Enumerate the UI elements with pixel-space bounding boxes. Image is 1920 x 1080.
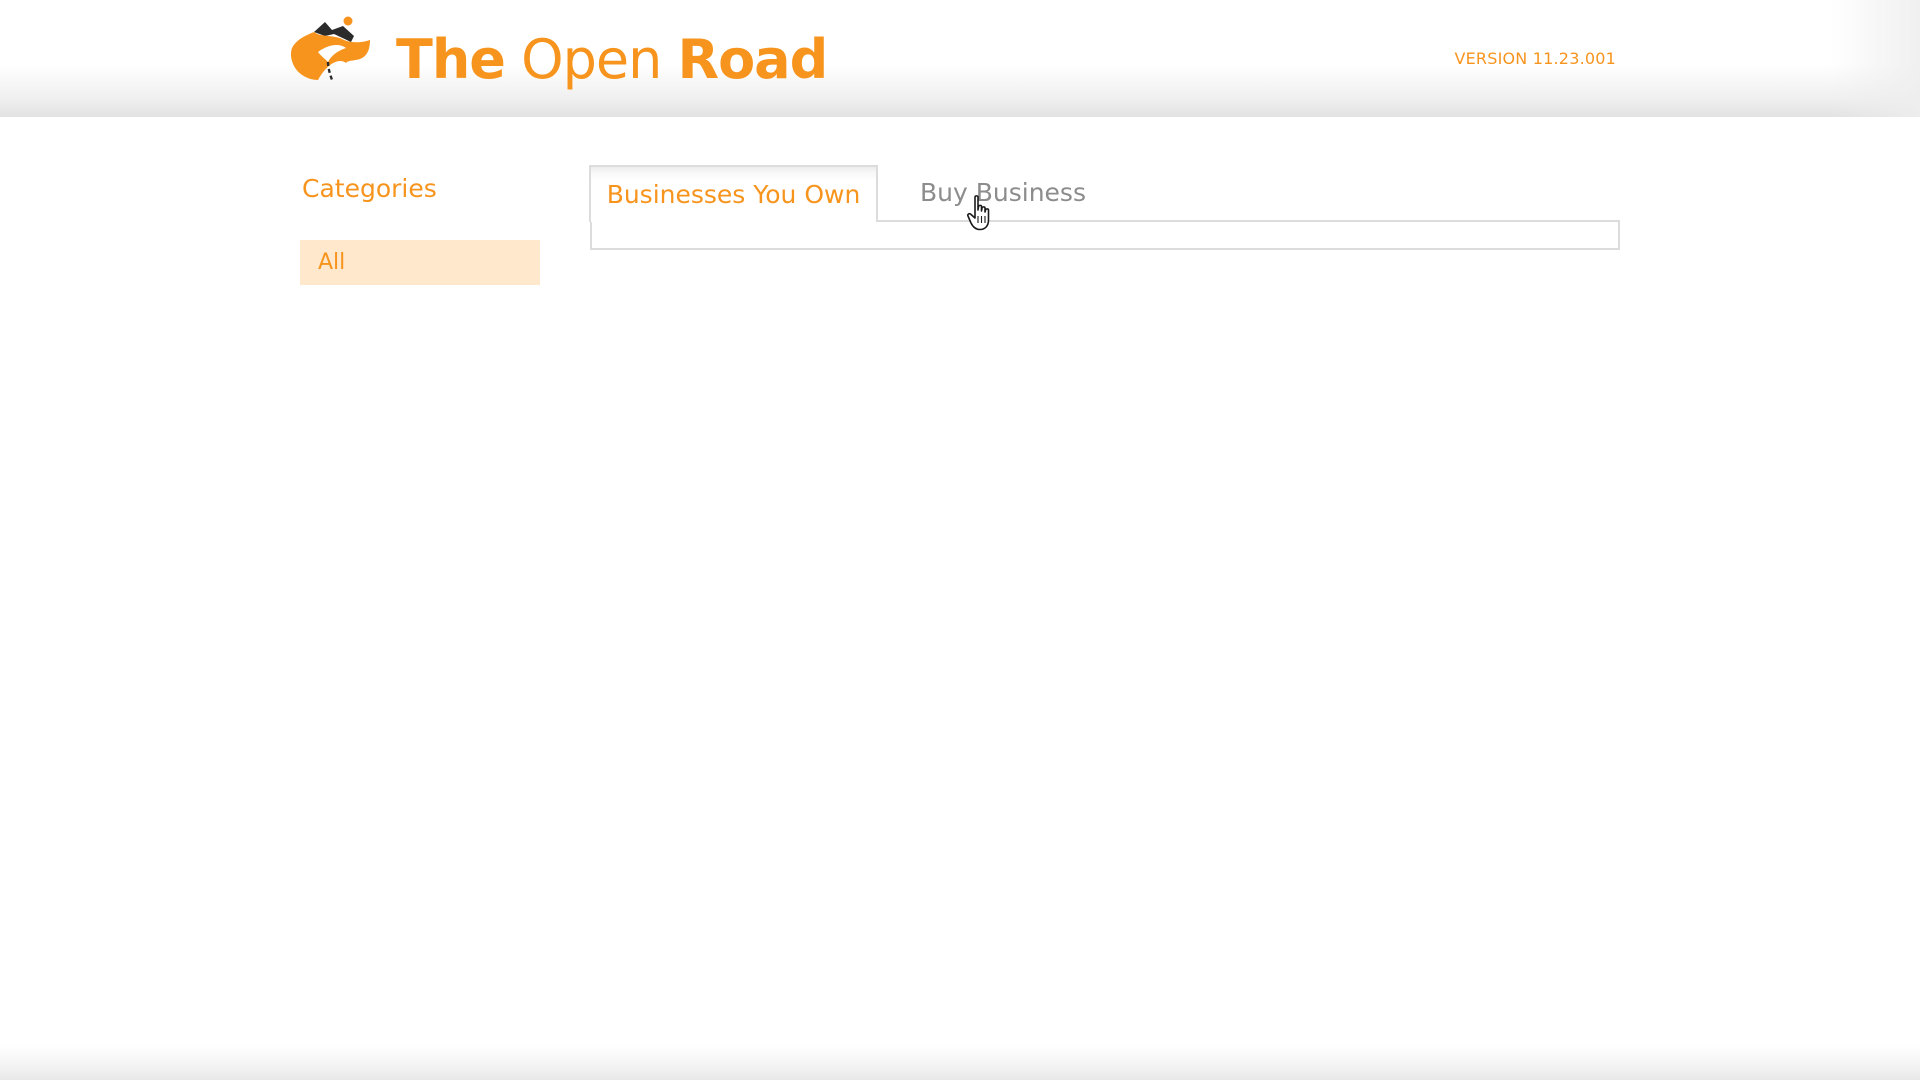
header-edge-shade <box>1830 0 1920 117</box>
brand-word-road: Road <box>677 28 828 91</box>
brand-word-the: The <box>396 28 506 91</box>
brand-word-open: Open <box>521 28 662 91</box>
tab-businesses-you-own[interactable]: Businesses You Own <box>589 165 878 222</box>
category-item-label: All <box>318 250 346 275</box>
version-label: VERSION 11.23.001 <box>1454 49 1616 68</box>
tab-label: Buy Business <box>920 178 1086 207</box>
brand-title: The Open Road <box>396 24 828 96</box>
tab-content-panel <box>590 220 1620 250</box>
category-item-all[interactable]: All <box>300 240 540 285</box>
app-header: The Open Road VERSION 11.23.001 <box>0 0 1920 117</box>
road-mountain-logo-icon <box>290 16 370 81</box>
tab-buy-business[interactable]: Buy Business <box>920 165 1120 220</box>
hand-pointer-icon <box>967 195 990 231</box>
categories-title: Categories <box>302 174 437 203</box>
footer-shade <box>0 1045 1920 1080</box>
tab-label: Businesses You Own <box>606 180 861 209</box>
